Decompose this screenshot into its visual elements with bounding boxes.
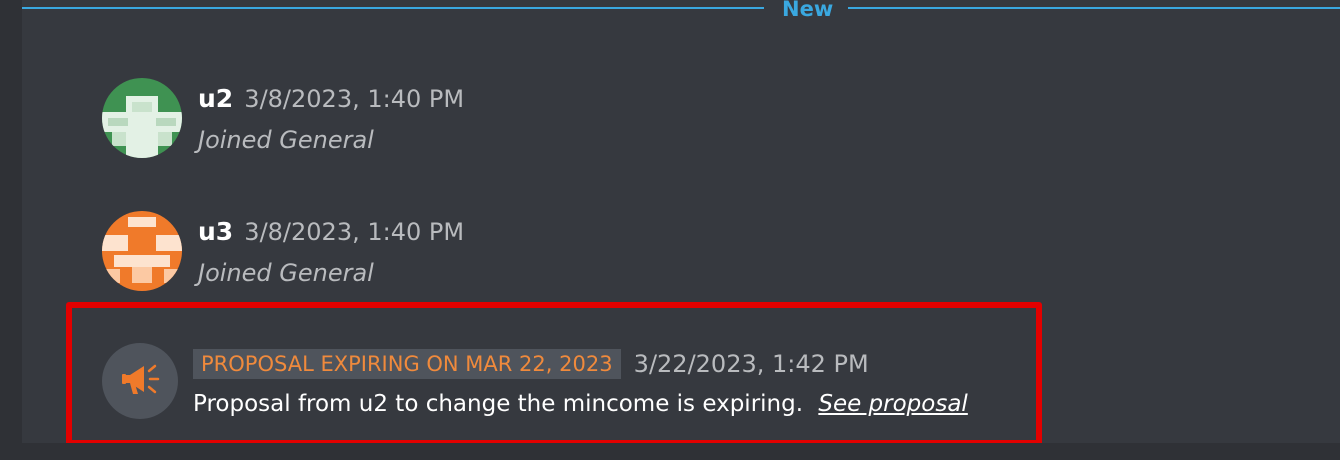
message-header: u2 3/8/2023, 1:40 PM xyxy=(198,84,464,113)
username[interactable]: u3 xyxy=(198,217,233,246)
message-item: u2 3/8/2023, 1:40 PM Joined General xyxy=(102,78,1002,158)
bottom-edge-panel xyxy=(0,443,1340,460)
see-proposal-link[interactable]: See proposal xyxy=(818,391,967,417)
message-header: u3 3/8/2023, 1:40 PM xyxy=(198,217,464,246)
message-text: Joined General xyxy=(198,259,374,287)
user-avatar-u2[interactable] xyxy=(102,78,182,158)
username[interactable]: u2 xyxy=(198,84,233,113)
message-item: u3 3/8/2023, 1:40 PM Joined General xyxy=(102,211,1002,291)
system-message-header: PROPOSAL EXPIRING ON MAR 22, 2023 3/22/2… xyxy=(193,349,869,379)
timestamp: 3/8/2023, 1:40 PM xyxy=(244,218,465,246)
megaphone-icon xyxy=(122,364,160,394)
new-messages-divider: New xyxy=(22,0,1340,24)
system-message-text: Proposal from u2 to change the mincome i… xyxy=(193,391,968,417)
proposal-expiring-badge: PROPOSAL EXPIRING ON MAR 22, 2023 xyxy=(193,349,621,379)
new-label: New xyxy=(782,0,834,21)
proposal-text: Proposal from u2 to change the mincome i… xyxy=(193,391,804,417)
divider-line-right xyxy=(848,7,1340,9)
message-text: Joined General xyxy=(198,126,374,154)
system-avatar xyxy=(102,343,178,419)
timestamp: 3/8/2023, 1:40 PM xyxy=(244,85,465,113)
left-edge-panel xyxy=(0,0,22,460)
proposal-system-message: PROPOSAL EXPIRING ON MAR 22, 2023 3/22/2… xyxy=(102,343,1032,423)
user-avatar-u3[interactable] xyxy=(102,211,182,291)
timestamp: 3/22/2023, 1:42 PM xyxy=(633,350,869,378)
divider-line-left xyxy=(22,7,764,9)
